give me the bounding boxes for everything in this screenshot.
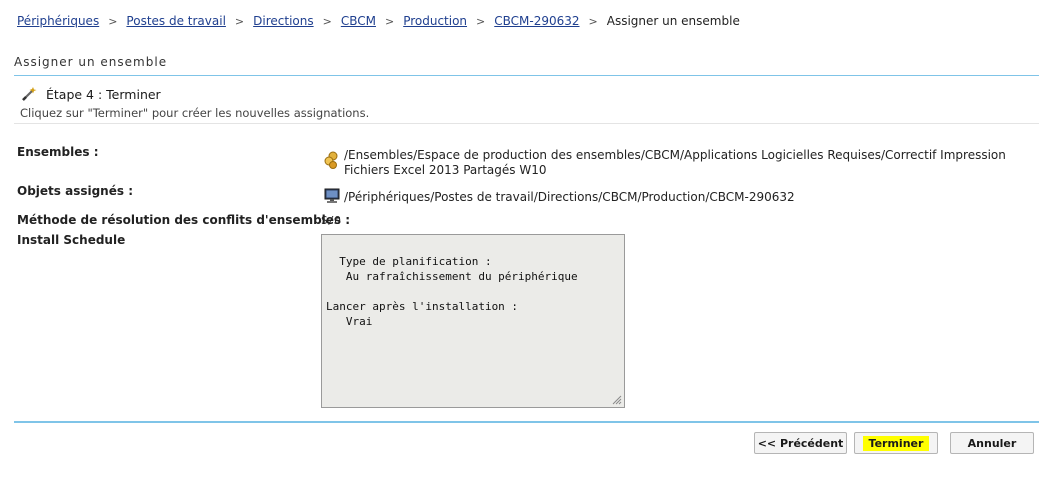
chevron-right-icon: > (234, 14, 245, 28)
page-title: Assigner un ensemble (14, 55, 168, 69)
chevron-right-icon: > (108, 14, 118, 28)
finish-button-label: Terminer (862, 435, 930, 451)
cancel-button-label: Annuler (967, 436, 1017, 450)
step-title: Étape 4 : Terminer (46, 86, 161, 102)
chevron-right-icon: > (384, 14, 395, 28)
install-schedule-text: Type de planification : Au rafraîchissem… (326, 255, 578, 328)
divider (14, 75, 1039, 76)
breadcrumb-link-postes-de-travail[interactable]: Postes de travail (126, 14, 226, 28)
breadcrumb-current: Assigner un ensemble (606, 14, 740, 28)
ensembles-value-line2: Fichiers Excel 2013 Partagés W10 (344, 163, 547, 177)
ensembles-label: Ensembles : (17, 145, 99, 159)
breadcrumb-link-directions[interactable]: Directions (253, 14, 313, 28)
breadcrumb-link-cbcm[interactable]: CBCM (341, 14, 376, 28)
chevron-right-icon: > (588, 14, 598, 28)
breadcrumb-link-peripheriques[interactable]: Périphériques (17, 14, 99, 28)
install-schedule-label: Install Schedule (17, 233, 126, 247)
breadcrumb-link-production[interactable]: Production (403, 14, 467, 28)
chevron-right-icon: > (322, 14, 332, 28)
methode-resolution-value: S/O (321, 214, 341, 227)
ensembles-value-line1: /Ensembles/Espace de production des ense… (344, 148, 1006, 162)
divider (14, 421, 1039, 423)
previous-button[interactable]: << Précédent (754, 432, 847, 454)
methode-resolution-label: Méthode de résolution des conflits d'ens… (17, 213, 351, 227)
previous-button-label: << Précédent (757, 436, 844, 450)
step-title-row: Étape 4 : Terminer (20, 86, 161, 102)
bundle-icon (324, 151, 338, 169)
cancel-button[interactable]: Annuler (950, 432, 1034, 454)
objets-assignes-label: Objets assignés : (17, 184, 133, 198)
finish-button[interactable]: Terminer (854, 432, 938, 454)
computer-icon (324, 188, 340, 203)
wand-icon (22, 87, 37, 101)
breadcrumb: Périphériques > Postes de travail > Dire… (17, 14, 740, 28)
step-description: Cliquez sur "Terminer" pour créer les no… (20, 106, 370, 120)
step-header: Étape 4 : Terminer Cliquez sur "Terminer… (14, 83, 1039, 124)
objets-assignes-value: /Périphériques/Postes de travail/Directi… (344, 190, 795, 204)
install-schedule-textarea[interactable]: Type de planification : Au rafraîchissem… (321, 234, 625, 408)
chevron-right-icon: > (476, 14, 486, 28)
resize-grip-icon[interactable] (610, 393, 622, 405)
breadcrumb-link-device[interactable]: CBCM-290632 (494, 14, 579, 28)
